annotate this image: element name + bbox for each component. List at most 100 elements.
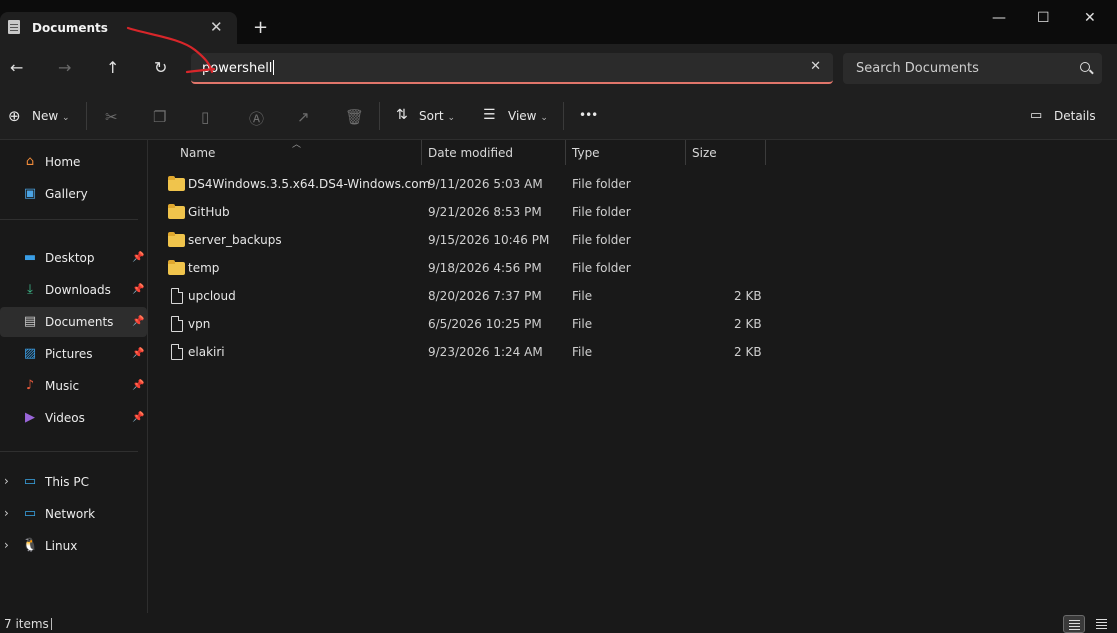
sidebar-item-pictures[interactable]: ▨ Pictures 📌 — [0, 339, 147, 369]
file-date-modified: 9/18/2026 4:56 PM — [428, 261, 542, 275]
column-header-name[interactable]: Name — [180, 146, 215, 160]
sidebar-item-label: Documents — [45, 315, 114, 329]
sidebar-item-music[interactable]: ♪ Music 📌 — [0, 371, 147, 401]
desktop-icon: ▬ — [23, 250, 37, 265]
pin-icon[interactable]: 📌 — [132, 252, 144, 263]
back-button[interactable]: ← — [10, 58, 23, 77]
column-header-date[interactable]: Date modified — [428, 146, 513, 160]
divider — [86, 102, 87, 130]
sidebar-item-network[interactable]: › ▭ Network — [0, 499, 147, 529]
pin-icon[interactable]: 📌 — [132, 348, 144, 359]
pin-icon[interactable]: 📌 — [132, 412, 144, 423]
refresh-button[interactable]: ↻ — [154, 58, 167, 77]
pin-icon[interactable]: 📌 — [132, 380, 144, 391]
command-bar: ⊕ New ⌄ ✂ ❐ ▯ Ⓐ ↗ 🗑 ⇅ Sort ⌄ ☰ View ⌄ ••… — [0, 94, 1117, 140]
forward-button[interactable]: → — [58, 58, 71, 77]
minimize-button[interactable]: — — [992, 10, 1006, 26]
file-name: server_backups — [188, 233, 282, 247]
table-row[interactable]: server_backups 9/15/2026 10:46 PM File fol… — [149, 226, 769, 254]
cut-icon[interactable]: ✂ — [105, 108, 118, 126]
sidebar-item-label: Linux — [45, 539, 78, 553]
sidebar-item-documents[interactable]: ▤ Documents 📌 — [0, 307, 147, 337]
sort-ascending-icon: ︿ — [292, 140, 302, 150]
close-window-button[interactable]: ✕ — [1084, 10, 1096, 26]
table-row[interactable]: DS4Windows.3.5.x64.DS4-Windows.com 9/11/2… — [149, 170, 769, 198]
sidebar-item-home[interactable]: ⌂ Home — [0, 147, 147, 177]
view-icon: ☰ — [483, 107, 496, 123]
table-row[interactable]: vpn 6/5/2026 10:25 PM File 2 KB — [149, 310, 769, 338]
file-icon — [171, 316, 183, 332]
folder-icon — [168, 260, 185, 275]
search-placeholder: Search Documents — [856, 61, 979, 76]
divider — [0, 451, 138, 452]
clear-address-icon[interactable]: ✕ — [810, 59, 821, 74]
sidebar-item-downloads[interactable]: ⤓ Downloads 📌 — [0, 275, 147, 305]
tiles-view-icon — [1096, 619, 1107, 620]
linux-icon: 🐧 — [22, 538, 39, 553]
pictures-icon: ▨ — [23, 346, 37, 361]
file-size: 2 KB — [734, 317, 762, 331]
rename-icon[interactable]: Ⓐ — [249, 108, 264, 129]
file-type: File — [572, 317, 593, 331]
copy-icon[interactable]: ❐ — [153, 108, 166, 126]
table-row[interactable]: temp 9/18/2026 4:56 PM File folder — [149, 254, 769, 282]
sidebar-item-gallery[interactable]: ▣ Gallery — [0, 179, 147, 209]
sort-button[interactable]: Sort ⌄ — [419, 109, 455, 123]
navigation-bar: ← → ↑ ↻ powershell ✕ Search Documents — [0, 44, 1117, 94]
file-date-modified: 9/15/2026 10:46 PM — [428, 233, 550, 247]
sidebar-item-videos[interactable]: ▶ Videos 📌 — [0, 403, 147, 433]
column-header-type[interactable]: Type — [572, 146, 600, 160]
details-view-button[interactable] — [1063, 615, 1085, 633]
sidebar-item-linux[interactable]: › 🐧 Linux — [0, 531, 147, 561]
home-icon: ⌂ — [25, 154, 35, 169]
table-row[interactable]: elakiri 9/23/2026 1:24 AM File 2 KB — [149, 338, 769, 366]
details-view-icon — [1069, 620, 1080, 621]
file-list: ︿ Name Date modified Type Size DS4Window… — [149, 140, 1117, 613]
chevron-right-icon[interactable]: › — [4, 506, 9, 520]
file-type: File folder — [572, 205, 631, 219]
share-icon[interactable]: ↗ — [297, 108, 310, 126]
gallery-icon: ▣ — [23, 186, 37, 201]
chevron-right-icon[interactable]: › — [4, 538, 9, 552]
column-header-size[interactable]: Size — [692, 146, 717, 160]
sidebar-item-desktop[interactable]: ▬ Desktop 📌 — [0, 243, 147, 273]
file-type: File folder — [572, 177, 631, 191]
file-type: File — [572, 289, 593, 303]
folder-icon — [168, 176, 185, 191]
tab-close-icon[interactable]: ✕ — [210, 18, 223, 36]
sidebar-item-label: Videos — [45, 411, 85, 425]
sidebar-item-label: Home — [45, 155, 81, 169]
up-button[interactable]: ↑ — [106, 58, 119, 77]
title-bar: Documents ✕ + — ☐ ✕ — [0, 0, 1117, 44]
search-input[interactable]: Search Documents — [843, 53, 1102, 84]
file-type: File — [572, 345, 593, 359]
sidebar-item-label: Music — [45, 379, 80, 393]
tiles-view-button[interactable] — [1091, 615, 1113, 633]
chevron-right-icon[interactable]: › — [4, 474, 9, 488]
more-options-button[interactable]: ••• — [579, 108, 598, 122]
column-divider[interactable] — [421, 140, 422, 165]
paste-icon[interactable]: ▯ — [201, 108, 209, 126]
new-button[interactable]: New ⌄ — [32, 109, 70, 123]
new-tab-button[interactable]: + — [253, 17, 268, 38]
column-divider[interactable] — [565, 140, 566, 165]
pin-icon[interactable]: 📌 — [132, 284, 144, 295]
column-divider[interactable] — [685, 140, 686, 165]
table-row[interactable]: upcloud 8/20/2026 7:37 PM File 2 KB — [149, 282, 769, 310]
file-name: upcloud — [188, 289, 236, 303]
file-explorer-window: Documents ✕ + — ☐ ✕ ← → ↑ ↻ powershell ✕… — [0, 0, 1117, 633]
pin-icon[interactable]: 📌 — [132, 316, 144, 327]
view-button[interactable]: View ⌄ — [508, 109, 548, 123]
status-bar: 7 items — [0, 613, 1117, 633]
table-row[interactable]: GitHub 9/21/2026 8:53 PM File folder — [149, 198, 769, 226]
videos-icon: ▶ — [25, 410, 35, 425]
address-input[interactable]: powershell ✕ — [191, 53, 833, 84]
details-button[interactable]: Details — [1054, 109, 1096, 123]
sidebar-item-this-pc[interactable]: › ▭ This PC — [0, 467, 147, 497]
documents-icon: ▤ — [23, 314, 37, 329]
tab-documents[interactable]: Documents ✕ — [0, 12, 237, 44]
maximize-button[interactable]: ☐ — [1037, 10, 1050, 26]
column-divider[interactable] — [765, 140, 766, 165]
delete-icon[interactable]: 🗑 — [345, 108, 364, 126]
file-icon — [171, 344, 183, 360]
